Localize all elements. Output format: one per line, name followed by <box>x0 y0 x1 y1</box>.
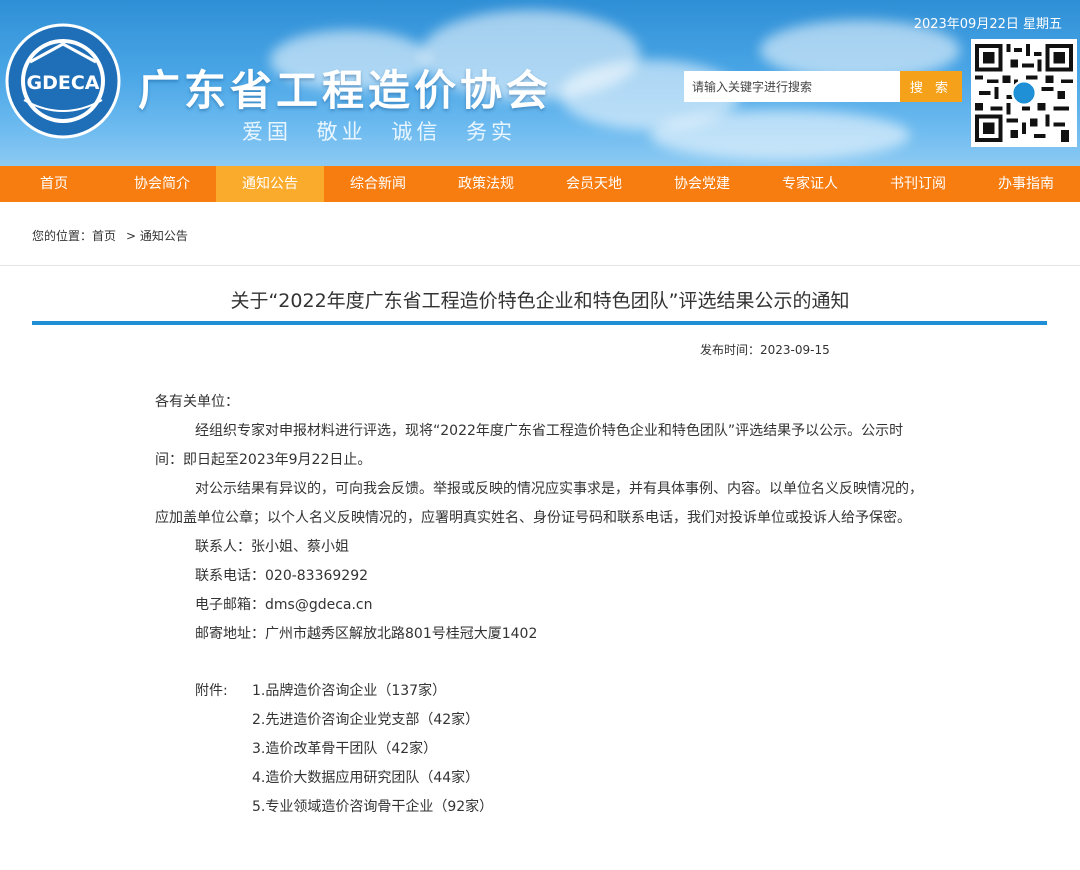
contact-person: 联系人：张小姐、蔡小姐 <box>195 539 349 555</box>
nav-item-members[interactable]: 会员天地 <box>540 166 648 202</box>
site-slogan: 爱国 敬业 诚信 务实 <box>242 120 517 144</box>
attachment-link[interactable]: 4.造价大数据应用研究团队（44家） <box>252 764 925 793</box>
article-paragraph: 经组织专家对申报材料进行评选，现将“2022年度广东省工程造价特色企业和特色团队… <box>155 423 904 468</box>
breadcrumb-home-link[interactable]: 您的位置：首页 <box>32 229 116 243</box>
article-body: 各有关单位： 经组织专家对申报材料进行评选，现将“2022年度广东省工程造价特色… <box>155 388 925 822</box>
search-button[interactable]: 搜 索 <box>900 71 962 102</box>
main-nav: 首页 协会简介 通知公告 综合新闻 政策法规 会员天地 协会党建 专家证人 书刊… <box>0 166 1080 202</box>
attachments: 附件: 1.品牌造价咨询企业（137家） 2.先进造价咨询企业党支部（42家） … <box>155 677 925 822</box>
nav-item-guide[interactable]: 办事指南 <box>972 166 1080 202</box>
article-salutation: 各有关单位： <box>155 394 239 410</box>
attachment-link[interactable]: 5.专业领域造价咨询骨干企业（92家） <box>252 793 925 822</box>
breadcrumb: 您的位置：首页 > 通知公告 <box>32 227 188 244</box>
title-divider <box>32 321 1047 325</box>
cloud-decoration <box>650 110 910 160</box>
nav-item-home[interactable]: 首页 <box>0 166 108 202</box>
attachments-label: 附件: <box>195 683 228 699</box>
nav-item-news[interactable]: 综合新闻 <box>324 166 432 202</box>
nav-item-subscriptions[interactable]: 书刊订阅 <box>864 166 972 202</box>
gdeca-logo-icon[interactable]: GDECA <box>4 22 122 140</box>
article-paragraph: 对公示结果有异议的，可向我会反馈。举报或反映的情况应实事求是，并有具体事例、内容… <box>155 481 923 526</box>
nav-item-about[interactable]: 协会简介 <box>108 166 216 202</box>
site-title: 广东省工程造价协会 <box>138 66 553 115</box>
nav-item-notices[interactable]: 通知公告 <box>216 166 324 202</box>
attachment-link[interactable]: 1.品牌造价咨询企业（137家） <box>252 677 925 706</box>
site-header: 2023年09月22日 星期五 GDECA 广东省工程造价协会 爱国 敬业 诚信… <box>0 0 1080 166</box>
contact-phone: 联系电话：020-83369292 <box>195 568 369 584</box>
article-title: 关于“2022年度广东省工程造价特色企业和特色团队”评选结果公示的通知 <box>230 290 850 312</box>
breadcrumb-current[interactable]: > 通知公告 <box>126 229 188 243</box>
qr-code-icon <box>971 39 1077 147</box>
search-input[interactable] <box>684 71 900 102</box>
nav-item-experts[interactable]: 专家证人 <box>756 166 864 202</box>
nav-item-party[interactable]: 协会党建 <box>648 166 756 202</box>
attachment-list: 1.品牌造价咨询企业（137家） 2.先进造价咨询企业党支部（42家） 3.造价… <box>252 677 925 822</box>
attachment-link[interactable]: 3.造价改革骨干团队（42家） <box>252 735 925 764</box>
nav-item-policies[interactable]: 政策法规 <box>432 166 540 202</box>
contact-email: 电子邮箱：dms@gdeca.cn <box>195 597 373 613</box>
publish-time: 发布时间：2023-09-15 <box>700 343 830 357</box>
svg-text:GDECA: GDECA <box>27 72 100 94</box>
current-date: 2023年09月22日 星期五 <box>913 17 1062 32</box>
divider <box>0 265 1080 266</box>
attachment-link[interactable]: 2.先进造价咨询企业党支部（42家） <box>252 706 925 735</box>
contact-address: 邮寄地址：广州市越秀区解放北路801号桂冠大厦1402 <box>195 626 538 642</box>
